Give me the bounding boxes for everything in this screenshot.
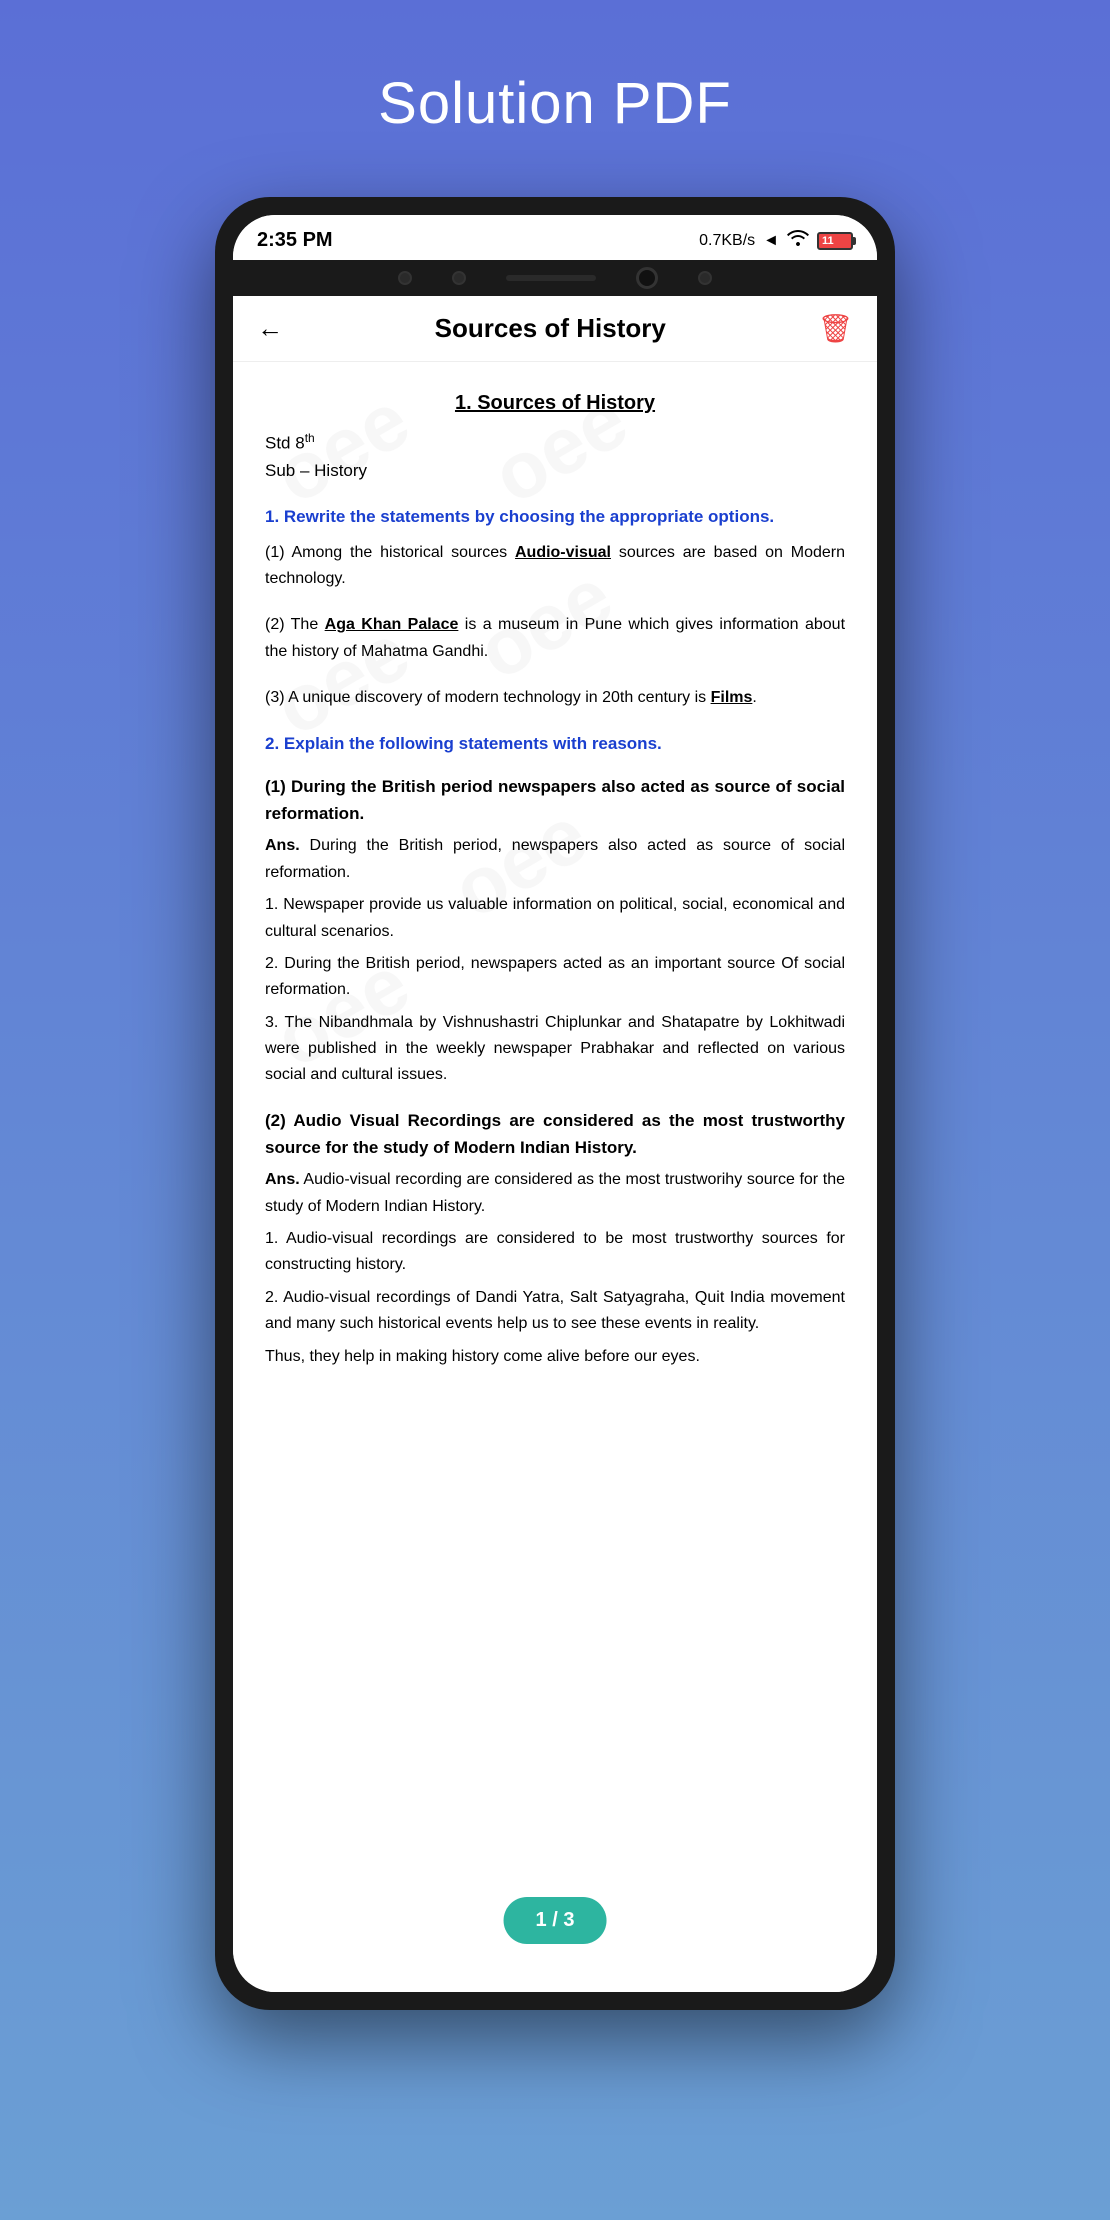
q2-heading: 2. Explain the following statements with… <box>265 731 845 757</box>
status-right-icons: 0.7KB/s ◄ 11 <box>699 230 853 251</box>
q2-ans2-intro: Ans. Audio-visual recording are consider… <box>265 1167 845 1220</box>
doc-meta: Std 8th Sub – History <box>265 429 845 484</box>
q2-point3: 3. The Nibandhmala by Vishnushastri Chip… <box>265 1010 845 1089</box>
app-title: Sources of History <box>435 313 666 344</box>
q1-answer3: (3) A unique discovery of modern technol… <box>265 685 845 711</box>
network-speed: 0.7KB/s <box>699 232 755 250</box>
q1-answer2: (2) The Aga Khan Palace is a museum in P… <box>265 612 845 665</box>
signal-icon: ◄ <box>763 232 779 250</box>
phone-screen: 2:35 PM 0.7KB/s ◄ 11 <box>233 215 877 1992</box>
wifi-icon <box>787 230 809 251</box>
q2-ans-intro: Ans. During the British period, newspape… <box>265 833 845 886</box>
camera-dot-right <box>698 271 712 285</box>
q2-ans2-p2: 2. Audio-visual recordings of Dandi Yatr… <box>265 1285 845 1338</box>
camera-dot-left <box>398 271 412 285</box>
phone-frame: 2:35 PM 0.7KB/s ◄ 11 <box>215 197 895 2010</box>
back-button[interactable]: ← <box>257 313 283 344</box>
battery-icon: 11 <box>817 232 853 250</box>
q2-point2: 2. During the British period, newspapers… <box>265 951 845 1004</box>
app-header: ← Sources of History 🗑 <box>233 296 877 362</box>
q2-ans2-p1: 1. Audio-visual recordings are considere… <box>265 1226 845 1279</box>
speaker <box>506 275 596 281</box>
page-indicator[interactable]: 1 / 3 <box>504 1897 607 1944</box>
status-time: 2:35 PM <box>257 229 333 252</box>
document-inner: 1. Sources of History Std 8th Sub – Hist… <box>265 392 845 1370</box>
page-title: Solution PDF <box>378 70 732 137</box>
q1-answer1: (1) Among the historical sources Audio-v… <box>265 540 845 593</box>
delete-button[interactable]: 🗑 <box>817 312 853 345</box>
q2-point1: 1. Newspaper provide us valuable informa… <box>265 892 845 945</box>
camera-bar <box>233 260 877 296</box>
document-content: oee oee oee oee oee oee 1. Sources of Hi… <box>233 362 877 1962</box>
q2-sub2: (2) Audio Visual Recordings are consider… <box>265 1107 845 1161</box>
camera-dot-left2 <box>452 271 466 285</box>
doc-title: 1. Sources of History <box>265 392 845 415</box>
q2-ans2-p3: Thus, they help in making history come a… <box>265 1344 845 1370</box>
q2-sub1: (1) During the British period newspapers… <box>265 773 845 827</box>
status-bar: 2:35 PM 0.7KB/s ◄ 11 <box>233 215 877 260</box>
camera-main <box>636 267 658 289</box>
q1-heading: 1. Rewrite the statements by choosing th… <box>265 504 845 530</box>
